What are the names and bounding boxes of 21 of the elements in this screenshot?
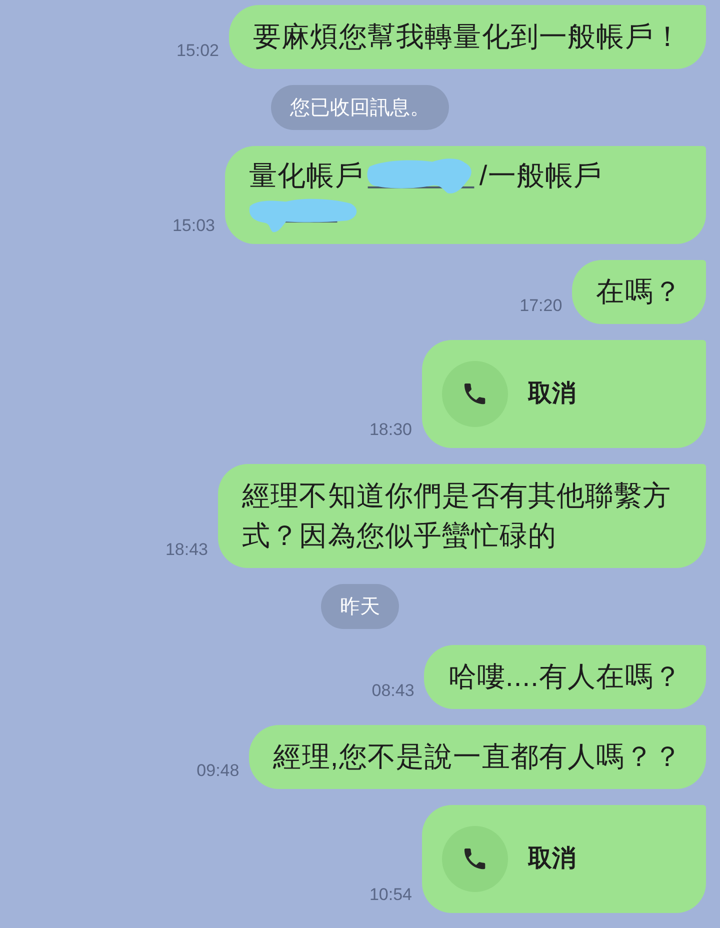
message-text: 經理不知道你們是否有其他聯繫方式？因為您似乎蠻忙碌的 (242, 479, 672, 553)
message-text: 量化帳戶 (249, 159, 364, 193)
phone-icon (442, 361, 508, 427)
system-notice: 您已收回訊息。 (271, 85, 449, 130)
call-label: 取消 (528, 379, 576, 409)
message-time: 09:48 (196, 761, 240, 781)
phone-icon (442, 826, 508, 892)
message-text: 哈嘍....有人在嗎？ (448, 660, 682, 694)
message-time: 15:03 (172, 216, 215, 236)
message-text: 經理,您不是說一直都有人嗎？？ (273, 740, 682, 774)
message-time: 08:43 (372, 681, 414, 701)
date-separator: 昨天 (321, 584, 399, 629)
message-time: 15:02 (176, 41, 219, 61)
message-text: 要麻煩您幫我轉量化到一般帳戶！ (253, 20, 682, 54)
message-text: /一般帳戶 (479, 159, 602, 193)
message-time: 17:20 (520, 296, 562, 316)
message-time: 18:30 (369, 420, 412, 440)
message-time: 10:54 (369, 885, 412, 905)
message-time: 18:43 (165, 540, 208, 560)
message-text: 在嗎？ (596, 275, 682, 309)
call-label: 取消 (528, 844, 576, 874)
